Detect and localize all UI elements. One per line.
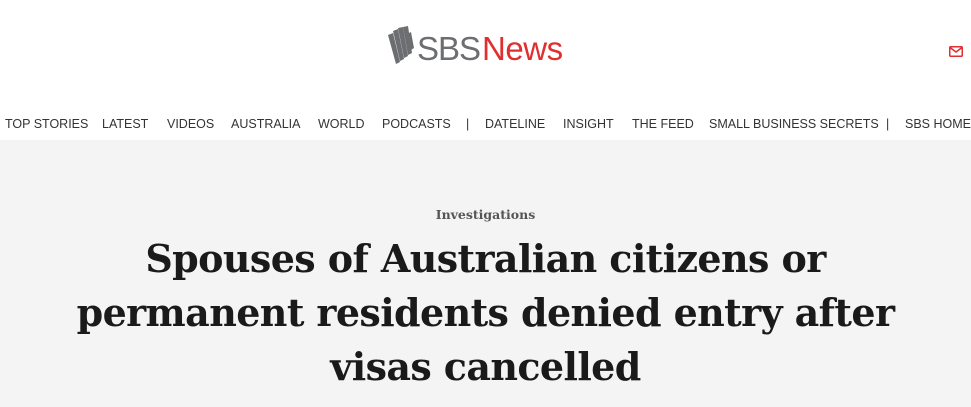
nav-item-insight[interactable]: INSIGHT <box>563 117 614 131</box>
nav-item-world[interactable]: WORLD <box>318 117 365 131</box>
article-hero: Investigations Spouses of Australian cit… <box>0 140 971 407</box>
nav-item-top-stories[interactable]: TOP STORIES <box>5 117 88 131</box>
nav-item-the-feed[interactable]: THE FEED <box>632 117 694 131</box>
mail-icon[interactable] <box>949 44 963 57</box>
logo-news-text: News <box>482 30 563 67</box>
nav-item-dateline[interactable]: DATELINE <box>485 117 545 131</box>
nav-item-videos[interactable]: VIDEOS <box>167 117 214 131</box>
nav-item-sbs-home[interactable]: SBS HOME <box>905 117 971 131</box>
site-header: SBS News <box>0 0 971 104</box>
sbs-swirl-icon <box>388 26 414 64</box>
logo-sbs-text: SBS <box>417 30 481 67</box>
sbs-news-logo[interactable]: SBS News <box>387 24 563 74</box>
article-category[interactable]: Investigations <box>0 207 971 222</box>
nav-separator: | <box>466 117 470 131</box>
nav-item-latest[interactable]: LATEST <box>102 117 148 131</box>
nav-item-small-business-secrets[interactable]: SMALL BUSINESS SECRETS <box>709 117 879 131</box>
nav-item-podcasts[interactable]: PODCASTS <box>382 117 451 131</box>
nav-separator: | <box>886 117 890 131</box>
article-headline: Spouses of Australian citizens or perman… <box>76 236 895 389</box>
nav-item-australia[interactable]: AUSTRALIA <box>231 117 300 131</box>
main-navigation: TOP STORIES LATEST VIDEOS AUSTRALIA WORL… <box>0 104 971 140</box>
